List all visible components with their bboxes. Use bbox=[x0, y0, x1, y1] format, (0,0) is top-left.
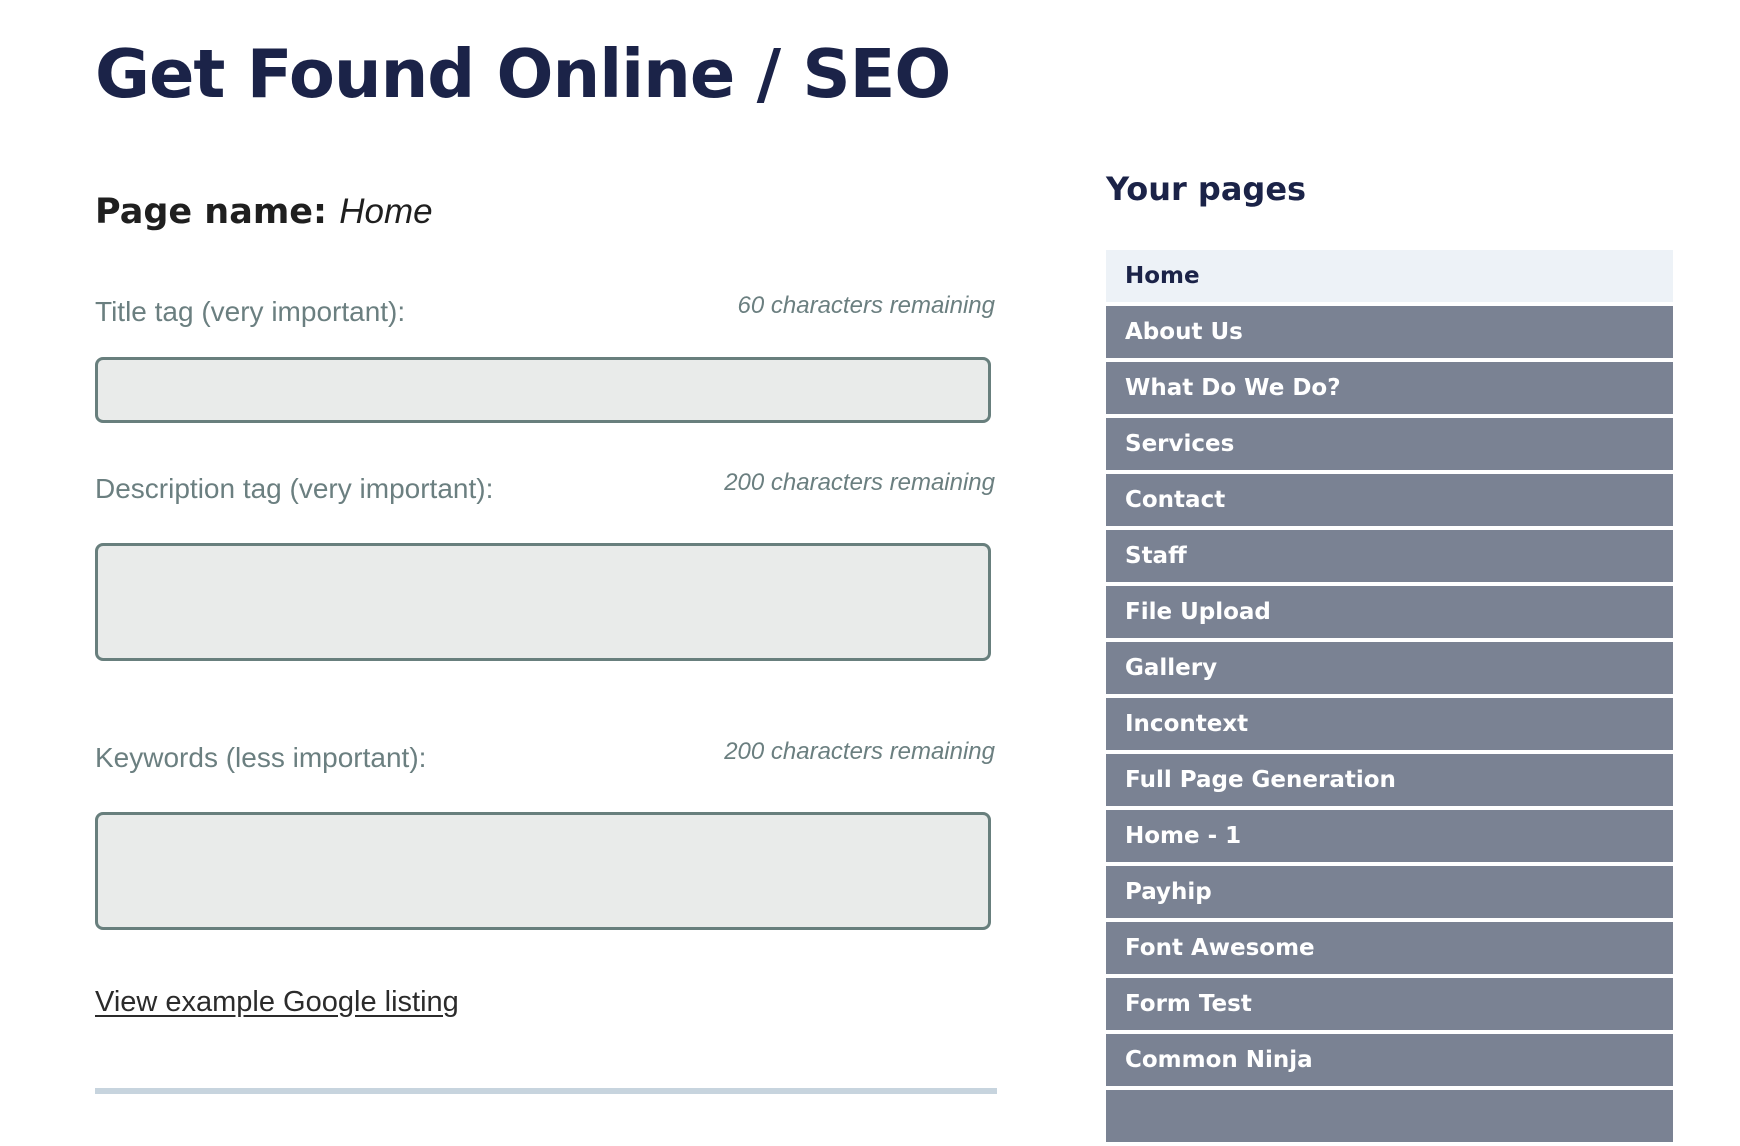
title-tag-remaining: 60 characters remaining bbox=[737, 292, 995, 319]
view-google-listing-link[interactable]: View example Google listing bbox=[95, 986, 459, 1019]
page-name-value: Home bbox=[339, 192, 433, 231]
page-item-file-upload[interactable]: File Upload bbox=[1106, 586, 1673, 638]
keywords-label: Keywords (less important): bbox=[95, 742, 427, 773]
page-item-common-ninja[interactable]: Common Ninja bbox=[1106, 1034, 1673, 1086]
title-tag-label: Title tag (very important): bbox=[95, 296, 406, 327]
keywords-textarea[interactable] bbox=[95, 812, 991, 930]
page-title: Get Found Online / SEO bbox=[95, 35, 951, 113]
title-tag-input[interactable] bbox=[95, 357, 991, 423]
page-name-heading: Page name: Home bbox=[95, 192, 433, 232]
page-item-services[interactable]: Services bbox=[1106, 418, 1673, 470]
page-item-home-1[interactable]: Home - 1 bbox=[1106, 810, 1673, 862]
page-item-what-do-we-do[interactable]: What Do We Do? bbox=[1106, 362, 1673, 414]
page-item-home[interactable]: Home bbox=[1106, 250, 1673, 302]
sidebar-title: Your pages bbox=[1106, 170, 1307, 208]
keywords-remaining: 200 characters remaining bbox=[724, 738, 995, 765]
page-item-gallery[interactable]: Gallery bbox=[1106, 642, 1673, 694]
page-name-label: Page name: bbox=[95, 192, 328, 232]
page-item-staff[interactable]: Staff bbox=[1106, 530, 1673, 582]
description-tag-label: Description tag (very important): bbox=[95, 473, 494, 504]
page-item-about-us[interactable]: About Us bbox=[1106, 306, 1673, 358]
description-tag-remaining: 200 characters remaining bbox=[724, 469, 995, 496]
page-item-font-awesome[interactable]: Font Awesome bbox=[1106, 922, 1673, 974]
description-tag-textarea[interactable] bbox=[95, 543, 991, 661]
bottom-divider bbox=[95, 1088, 997, 1094]
pages-list: Home About Us What Do We Do? Services Co… bbox=[1106, 250, 1673, 1146]
page-item-full-page-generation[interactable]: Full Page Generation bbox=[1106, 754, 1673, 806]
page-item-partial[interactable] bbox=[1106, 1090, 1673, 1142]
page-item-payhip[interactable]: Payhip bbox=[1106, 866, 1673, 918]
page-item-incontext[interactable]: Incontext bbox=[1106, 698, 1673, 750]
page-item-contact[interactable]: Contact bbox=[1106, 474, 1673, 526]
page-item-form-test[interactable]: Form Test bbox=[1106, 978, 1673, 1030]
